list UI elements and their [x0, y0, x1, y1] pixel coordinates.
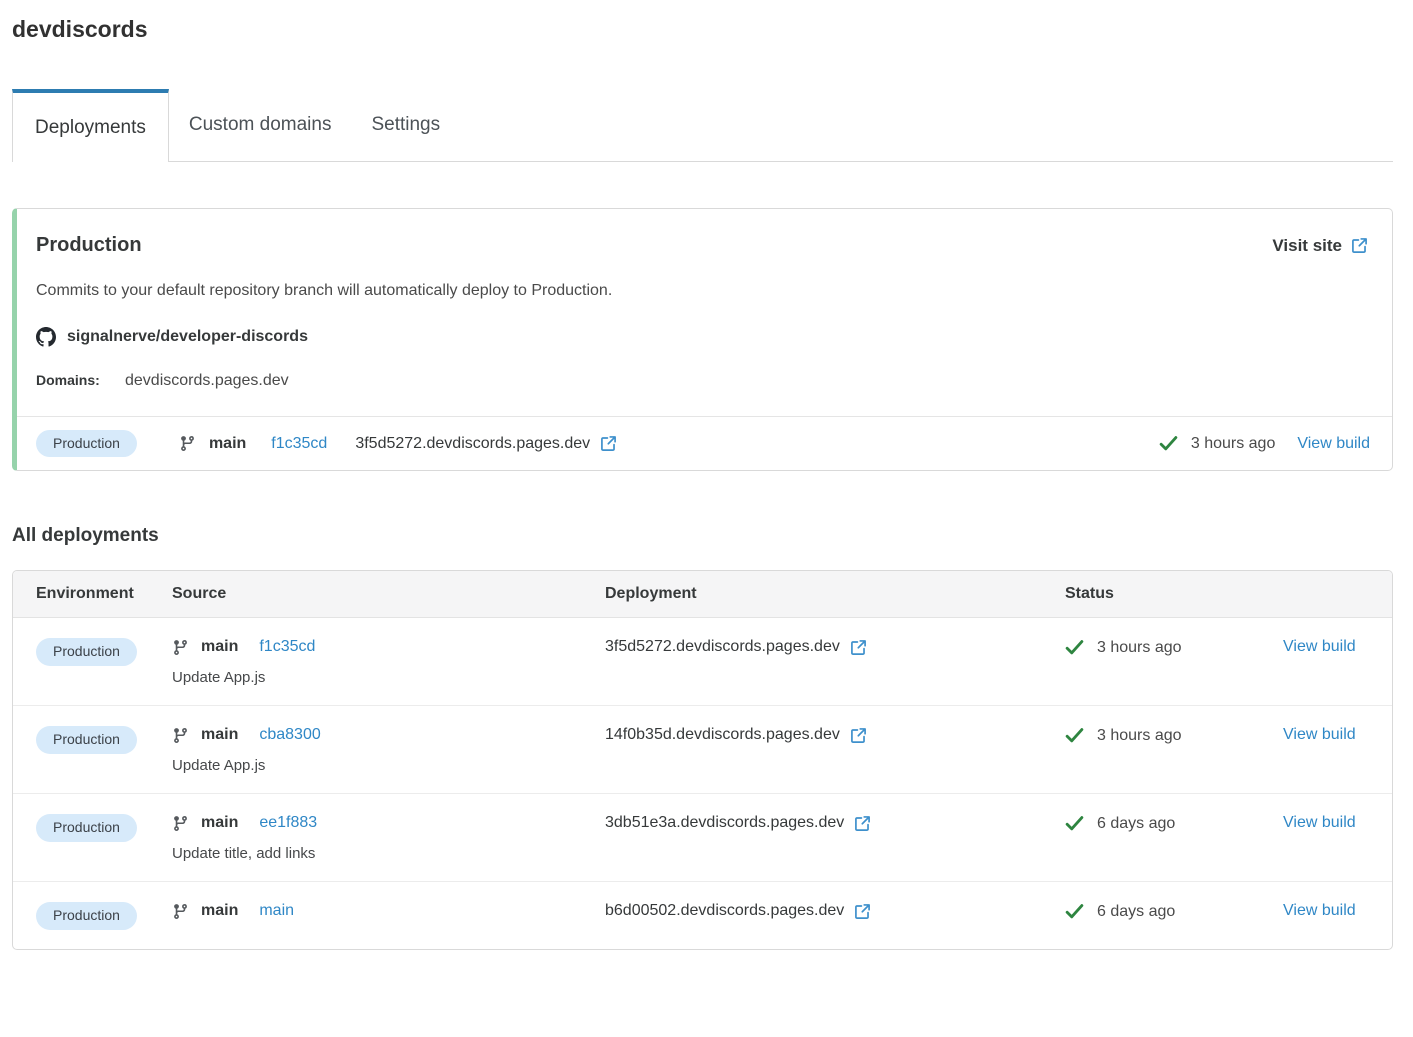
table-row: Production main cba8300 Update App.js 14… — [13, 706, 1392, 795]
commit-message: Update App.js — [172, 757, 266, 775]
deployment-status: 6 days ago — [1065, 814, 1175, 833]
deployment-status: 6 days ago — [1065, 902, 1175, 921]
tab-settings[interactable]: Settings — [351, 89, 460, 161]
git-branch-icon — [172, 727, 189, 744]
deployment-time: 3 hours ago — [1097, 726, 1182, 744]
view-build-link[interactable]: View build — [1283, 638, 1356, 655]
deployment-time: 3 hours ago — [1190, 434, 1276, 452]
deployment-url-link[interactable]: 3db51e3a.devdiscords.pages.dev — [605, 814, 871, 832]
production-card: Production Visit site Commits to your de… — [12, 208, 1393, 472]
environment-badge: Production — [36, 726, 137, 754]
repository-name: signalnerve/developer-discords — [67, 328, 308, 345]
branch-name: main — [201, 902, 239, 920]
commit-message: Update title, add links — [172, 845, 316, 863]
deployment-url: b6d00502.devdiscords.pages.dev — [605, 902, 845, 920]
tab-bar: Deployments Custom domains Settings — [12, 89, 1393, 162]
view-build-link[interactable]: View build — [1283, 902, 1356, 919]
view-build-link[interactable]: View build — [1297, 435, 1370, 453]
tab-label: Settings — [371, 114, 441, 135]
visit-site-label: Visit site — [1272, 235, 1342, 255]
branch-name: main — [201, 726, 239, 744]
commit-link[interactable]: ee1f883 — [259, 814, 317, 832]
deployment-url-link[interactable]: 14f0b35d.devdiscords.pages.dev — [605, 726, 867, 744]
environment-badge: Production — [36, 638, 137, 666]
success-check-icon — [1065, 814, 1084, 833]
deployment-url: 14f0b35d.devdiscords.pages.dev — [605, 726, 840, 744]
tab-label: Deployments — [35, 116, 146, 138]
external-link-icon — [850, 727, 867, 744]
table-row: Production main main b6d00502.devdiscord… — [13, 882, 1392, 948]
external-link-icon — [854, 815, 871, 832]
view-build-link[interactable]: View build — [1283, 726, 1356, 743]
external-link-icon — [1351, 237, 1368, 254]
column-header-source: Source — [172, 585, 227, 603]
deployments-table: Environment Source Deployment Status Pro… — [12, 570, 1393, 950]
deployment-url-link[interactable]: b6d00502.devdiscords.pages.dev — [605, 902, 871, 920]
tab-custom-domains[interactable]: Custom domains — [169, 89, 352, 161]
column-header-deployment: Deployment — [605, 585, 697, 603]
page-title: devdiscords — [12, 16, 148, 42]
production-description: Commits to your default repository branc… — [36, 282, 613, 299]
deployment-time: 6 days ago — [1097, 902, 1176, 920]
git-branch-icon — [179, 435, 196, 452]
deployment-url: 3db51e3a.devdiscords.pages.dev — [605, 814, 845, 832]
environment-badge: Production — [36, 902, 137, 930]
table-row: Production main f1c35cd Update App.js 3f… — [13, 618, 1392, 707]
tab-deployments[interactable]: Deployments — [12, 89, 169, 162]
git-branch-icon — [172, 639, 189, 656]
external-link-icon — [850, 639, 867, 656]
deployment-url-link[interactable]: 3f5d5272.devdiscords.pages.dev — [355, 435, 617, 453]
branch-name: main — [208, 434, 247, 452]
view-build-link[interactable]: View build — [1283, 814, 1356, 831]
branch-name: main — [201, 814, 239, 832]
github-icon — [36, 327, 56, 347]
deployment-status: 3 hours ago — [1065, 638, 1182, 657]
domains-label: Domains: — [36, 372, 100, 388]
production-deployment-row: Production main f1c35cd 3f5d5272.devdisc… — [17, 416, 1392, 470]
deployment-time: 6 days ago — [1097, 814, 1176, 832]
branch-name: main — [201, 638, 239, 656]
column-header-status: Status — [1065, 585, 1114, 603]
commit-link[interactable]: main — [259, 902, 294, 920]
git-branch-icon — [172, 903, 189, 920]
commit-link[interactable]: f1c35cd — [271, 435, 327, 453]
pages-project-page: devdiscords Deployments Custom domains S… — [0, 0, 1413, 950]
deployment-url-link[interactable]: 3f5d5272.devdiscords.pages.dev — [605, 638, 867, 656]
success-check-icon — [1065, 902, 1084, 921]
commit-message: Update App.js — [172, 669, 266, 687]
deployment-url: 3f5d5272.devdiscords.pages.dev — [605, 638, 840, 656]
environment-badge: Production — [36, 430, 137, 458]
environment-badge: Production — [36, 814, 137, 842]
tab-label: Custom domains — [188, 114, 332, 135]
table-row: Production main ee1f883 Update title, ad… — [13, 794, 1392, 883]
success-check-icon — [1065, 726, 1084, 745]
deployment-time: 3 hours ago — [1097, 638, 1182, 656]
deployment-status: 3 hours ago — [1159, 434, 1276, 453]
external-link-icon — [600, 435, 617, 452]
column-header-environment: Environment — [36, 585, 134, 603]
external-link-icon — [854, 903, 871, 920]
deployment-url: 3f5d5272.devdiscords.pages.dev — [355, 434, 591, 452]
success-check-icon — [1159, 434, 1178, 453]
visit-site-link[interactable]: Visit site — [1272, 236, 1368, 256]
success-check-icon — [1065, 638, 1084, 657]
production-card-title: Production — [36, 234, 142, 256]
commit-link[interactable]: cba8300 — [259, 726, 320, 744]
git-branch-icon — [172, 815, 189, 832]
deployment-status: 3 hours ago — [1065, 726, 1182, 745]
all-deployments-heading: All deployments — [12, 525, 159, 547]
domains-value: devdiscords.pages.dev — [125, 372, 289, 389]
table-header: Environment Source Deployment Status — [13, 571, 1392, 619]
commit-link[interactable]: f1c35cd — [259, 638, 315, 656]
